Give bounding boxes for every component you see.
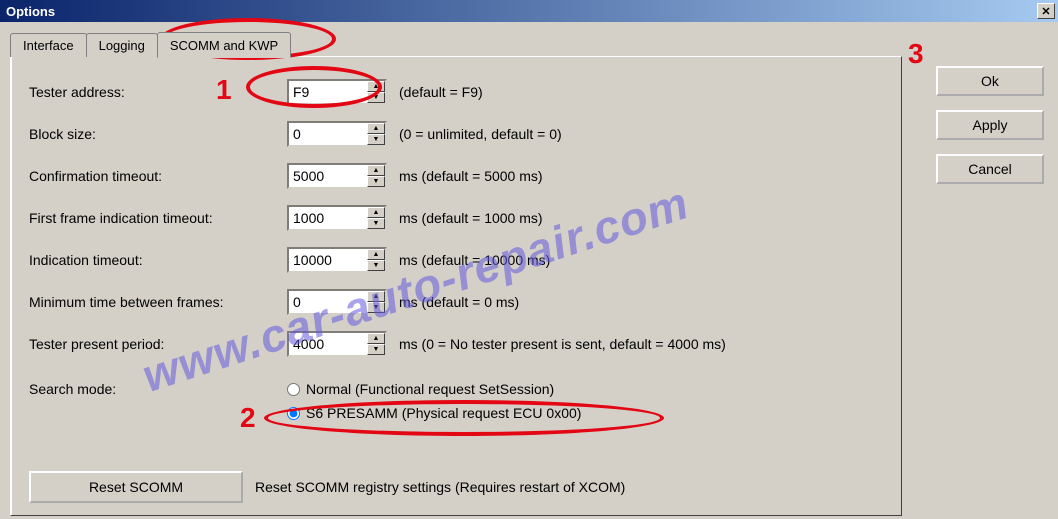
- confirm-timeout-spinner[interactable]: ▲ ▼: [287, 163, 387, 189]
- spin-up-icon[interactable]: ▲: [367, 81, 385, 92]
- label-block-size: Block size:: [29, 126, 287, 142]
- apply-button[interactable]: Apply: [936, 110, 1044, 140]
- spin-down-icon[interactable]: ▼: [367, 92, 385, 103]
- confirm-timeout-input[interactable]: [289, 165, 367, 187]
- hint-min-frames: ms (default = 0 ms): [399, 294, 519, 310]
- row-block-size: Block size: ▲ ▼ (0 = unlimited, default …: [29, 121, 883, 147]
- spin-down-icon[interactable]: ▼: [367, 134, 385, 145]
- close-button[interactable]: ✕: [1037, 3, 1055, 19]
- label-confirm-timeout: Confirmation timeout:: [29, 168, 287, 184]
- spin-buttons: ▲ ▼: [367, 81, 385, 103]
- radio-s6-presamm[interactable]: [287, 407, 300, 420]
- hint-tester-present: ms (0 = No tester present is sent, defau…: [399, 336, 726, 352]
- reset-hint: Reset SCOMM registry settings (Requires …: [255, 479, 625, 495]
- spin-down-icon[interactable]: ▼: [367, 176, 385, 187]
- ok-button[interactable]: Ok: [936, 66, 1044, 96]
- window-title: Options: [6, 4, 55, 19]
- label-min-frames: Minimum time between frames:: [29, 294, 287, 310]
- spin-up-icon[interactable]: ▲: [367, 291, 385, 302]
- spin-up-icon[interactable]: ▲: [367, 123, 385, 134]
- spin-up-icon[interactable]: ▲: [367, 333, 385, 344]
- spin-buttons: ▲ ▼: [367, 123, 385, 145]
- dialog-body: Interface Logging SCOMM and KWP Tester a…: [0, 22, 1058, 519]
- indication-spinner[interactable]: ▲ ▼: [287, 247, 387, 273]
- tester-present-input[interactable]: [289, 333, 367, 355]
- tab-row: Interface Logging SCOMM and KWP: [10, 30, 1048, 56]
- row-min-frames: Minimum time between frames: ▲ ▼ ms (def…: [29, 289, 883, 315]
- tester-address-input[interactable]: [289, 81, 367, 103]
- label-tester-present: Tester present period:: [29, 336, 287, 352]
- hint-tester-address: (default = F9): [399, 84, 483, 100]
- radio-s6-label: S6 PRESAMM (Physical request ECU 0x00): [306, 405, 581, 421]
- spin-down-icon[interactable]: ▼: [367, 260, 385, 271]
- spin-up-icon[interactable]: ▲: [367, 165, 385, 176]
- row-first-frame: First frame indication timeout: ▲ ▼ ms (…: [29, 205, 883, 231]
- hint-indication: ms (default = 10000 ms): [399, 252, 550, 268]
- radio-normal-label: Normal (Functional request SetSession): [306, 381, 554, 397]
- row-search-mode-s6: S6 PRESAMM (Physical request ECU 0x00): [287, 405, 883, 421]
- first-frame-spinner[interactable]: ▲ ▼: [287, 205, 387, 231]
- reset-scomm-button[interactable]: Reset SCOMM: [29, 471, 243, 503]
- spin-down-icon[interactable]: ▼: [367, 218, 385, 229]
- row-search-mode: Search mode: Normal (Functional request …: [29, 381, 883, 397]
- tab-panel-scomm: Tester address: ▲ ▼ (default = F9) Block…: [10, 56, 902, 516]
- label-first-frame: First frame indication timeout:: [29, 210, 287, 226]
- first-frame-input[interactable]: [289, 207, 367, 229]
- spin-buttons: ▲ ▼: [367, 207, 385, 229]
- dialog-buttons: Ok Apply Cancel: [936, 66, 1044, 184]
- row-tester-address: Tester address: ▲ ▼ (default = F9): [29, 79, 883, 105]
- spin-buttons: ▲ ▼: [367, 291, 385, 313]
- tab-interface[interactable]: Interface: [10, 33, 87, 57]
- block-size-input[interactable]: [289, 123, 367, 145]
- spin-up-icon[interactable]: ▲: [367, 207, 385, 218]
- tester-address-spinner[interactable]: ▲ ▼: [287, 79, 387, 105]
- radio-normal[interactable]: [287, 383, 300, 396]
- spin-down-icon[interactable]: ▼: [367, 302, 385, 313]
- hint-block-size: (0 = unlimited, default = 0): [399, 126, 562, 142]
- row-confirm-timeout: Confirmation timeout: ▲ ▼ ms (default = …: [29, 163, 883, 189]
- close-icon: ✕: [1041, 5, 1050, 18]
- min-frames-spinner[interactable]: ▲ ▼: [287, 289, 387, 315]
- row-tester-present: Tester present period: ▲ ▼ ms (0 = No te…: [29, 331, 883, 357]
- reset-row: Reset SCOMM Reset SCOMM registry setting…: [29, 471, 625, 503]
- label-tester-address: Tester address:: [29, 84, 287, 100]
- tab-scomm-kwp[interactable]: SCOMM and KWP: [157, 32, 291, 58]
- hint-confirm-timeout: ms (default = 5000 ms): [399, 168, 543, 184]
- spin-down-icon[interactable]: ▼: [367, 344, 385, 355]
- label-search-mode: Search mode:: [29, 381, 287, 397]
- cancel-button[interactable]: Cancel: [936, 154, 1044, 184]
- spin-buttons: ▲ ▼: [367, 165, 385, 187]
- row-indication: Indication timeout: ▲ ▼ ms (default = 10…: [29, 247, 883, 273]
- spin-buttons: ▲ ▼: [367, 333, 385, 355]
- hint-first-frame: ms (default = 1000 ms): [399, 210, 543, 226]
- spin-up-icon[interactable]: ▲: [367, 249, 385, 260]
- min-frames-input[interactable]: [289, 291, 367, 313]
- indication-input[interactable]: [289, 249, 367, 271]
- tab-logging[interactable]: Logging: [86, 33, 158, 57]
- block-size-spinner[interactable]: ▲ ▼: [287, 121, 387, 147]
- label-indication: Indication timeout:: [29, 252, 287, 268]
- title-bar: Options ✕: [0, 0, 1058, 22]
- spin-buttons: ▲ ▼: [367, 249, 385, 271]
- tester-present-spinner[interactable]: ▲ ▼: [287, 331, 387, 357]
